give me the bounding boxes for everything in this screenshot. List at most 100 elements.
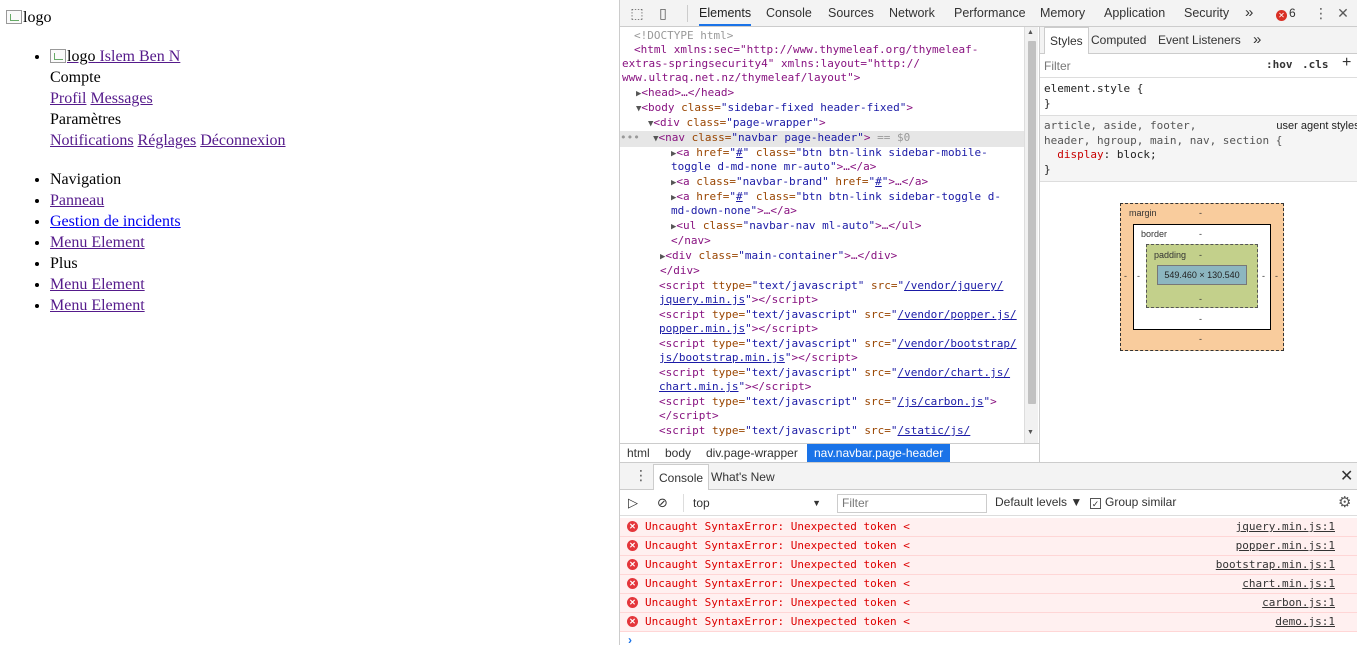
drawer-tab-console[interactable]: Console	[653, 464, 710, 490]
nav-link-menu-element[interactable]: Menu Element	[50, 234, 145, 251]
tab-styles[interactable]: Styles	[1044, 27, 1089, 54]
log-levels-dropdown[interactable]: Default levels ▼	[995, 495, 1082, 509]
checkbox-checked-icon: ✓	[1090, 498, 1101, 509]
tab-memory[interactable]: Memory	[1040, 0, 1085, 26]
dom-node-main-container[interactable]: ▶<div class="main-container">…</div>	[660, 249, 1039, 265]
tab-application[interactable]: Application	[1104, 0, 1165, 26]
class-toggle[interactable]: .cls	[1302, 58, 1329, 71]
logout-link[interactable]: Déconnexion	[200, 132, 285, 149]
dom-node-script-cont: chart.min.js"></script>	[659, 380, 812, 393]
error-icon: ✕	[627, 559, 638, 570]
styles-tabbar: Styles Computed Event Listeners »	[1040, 27, 1357, 54]
tab-performance[interactable]: Performance	[954, 0, 1026, 26]
dom-node-script[interactable]: <script type="text/javascript" src="/ven…	[659, 308, 1039, 323]
more-header: Plus	[50, 253, 181, 274]
dom-node-nav-close: </nav>	[671, 234, 711, 247]
box-model-content[interactable]: 549.460 × 130.540	[1157, 265, 1247, 285]
dom-node-script[interactable]: <script type="text/javascript" src="/ven…	[659, 337, 1039, 352]
gear-icon[interactable]: ⚙	[1338, 493, 1351, 511]
tab-network[interactable]: Network	[889, 0, 935, 26]
dom-node-page-wrapper[interactable]: ▼<div class="page-wrapper">	[648, 116, 1039, 132]
nav-link-panneau[interactable]: Panneau	[50, 192, 104, 209]
user-profile-link[interactable]: logo Islem Ben N	[50, 46, 180, 67]
group-similar-checkbox[interactable]: ✓ Group similar	[1090, 495, 1176, 509]
dom-node-doctype[interactable]: <!DOCTYPE html>	[634, 29, 1038, 44]
kebab-menu-icon[interactable]: ⋮	[1312, 4, 1330, 22]
tab-computed[interactable]: Computed	[1086, 27, 1151, 53]
devtools-panel: ⬚ ▯ Elements Console Sources Network Per…	[619, 0, 1357, 647]
error-icon: ✕	[627, 616, 638, 627]
console-source-link[interactable]: popper.min.js:1	[1236, 537, 1335, 555]
dom-node-head[interactable]: ▶<head>…</head>	[636, 86, 1039, 102]
console-filter-input[interactable]: Filter	[837, 494, 987, 513]
dom-node-script[interactable]: <script type="text/javascript" src="/ven…	[659, 366, 1039, 381]
user-menu-item: logo Islem Ben N Compte Profil Messages …	[50, 46, 286, 151]
dom-node-script[interactable]: <script ttype="text/javascript" src="/ve…	[659, 279, 1039, 294]
clear-console-icon[interactable]: ⊘	[657, 495, 668, 511]
breadcrumb-item[interactable]: html	[620, 444, 657, 462]
dom-tree-scrollbar[interactable]: ▲ ▼	[1024, 27, 1038, 443]
nav-item: Gestion de incidents	[50, 211, 181, 232]
device-toolbar-icon[interactable]: ▯	[654, 4, 672, 22]
breadcrumb-item-active[interactable]: nav.navbar.page-header	[807, 444, 951, 462]
tab-event-listeners[interactable]: Event Listeners	[1153, 27, 1246, 53]
notifications-link[interactable]: Notifications	[50, 132, 134, 149]
scrollbar-thumb[interactable]	[1028, 41, 1036, 404]
close-icon[interactable]: ✕	[1334, 4, 1352, 22]
styles-filter-input[interactable]: Filter	[1044, 59, 1071, 73]
error-icon: ✕	[627, 521, 638, 532]
tab-security[interactable]: Security	[1184, 0, 1229, 26]
console-source-link[interactable]: demo.js:1	[1275, 613, 1335, 631]
dom-tree[interactable]: <!DOCTYPE html> <html xmlns:sec="http://…	[620, 27, 1039, 443]
dom-node-ul-navbar[interactable]: ▶<ul class="navbar-nav ml-auto">…</ul>	[671, 219, 1039, 235]
nav-link-menu-element-3[interactable]: Menu Element	[50, 297, 145, 314]
dom-node-script[interactable]: <script type="text/javascript" src="/sta…	[659, 424, 1039, 439]
console-source-link[interactable]: carbon.js:1	[1262, 594, 1335, 612]
dom-node-a-brand[interactable]: ▶<a class="navbar-brand" href="#">…</a>	[671, 175, 1039, 191]
brand-logo[interactable]: logo	[6, 9, 51, 27]
close-drawer-icon[interactable]: ✕	[1340, 466, 1353, 486]
settings-link[interactable]: Réglages	[138, 132, 197, 149]
dom-node-nav-selected[interactable]: ••• ▼<nav class="navbar page-header"> ==…	[620, 131, 1024, 147]
drawer-menu-icon[interactable]: ⋮	[634, 467, 648, 484]
error-count-badge[interactable]: ✕ 6	[1276, 6, 1296, 21]
nav-link-menu-element-2[interactable]: Menu Element	[50, 276, 145, 293]
dom-node-html[interactable]: <html xmlns:sec="http://www.thymeleaf.or…	[634, 43, 1038, 58]
console-source-link[interactable]: jquery.min.js:1	[1236, 518, 1335, 536]
element-style-rule[interactable]: element.style { }	[1040, 79, 1357, 116]
settings-header: Paramètres	[50, 111, 122, 128]
user-agent-rule[interactable]: article, aside, footer, header, hgroup, …	[1040, 116, 1357, 182]
page-viewport: logo logo Islem Ben N Compte Profil Mess…	[0, 0, 619, 645]
box-model-diagram[interactable]: margin - - - - border - - - - padding - …	[1120, 203, 1284, 351]
sidebar-toggle-icon[interactable]: ▷	[628, 495, 638, 511]
hover-state-toggle[interactable]: :hov	[1266, 58, 1293, 71]
add-rule-icon[interactable]: +	[1342, 54, 1351, 72]
dom-node-script[interactable]: <script type="text/javascript" src="/js/…	[659, 395, 1039, 410]
scroll-down-icon[interactable]: ▼	[1027, 429, 1034, 436]
console-drawer: ⋮ Console What's New ✕ ▷ ⊘ top ▼ Filter D…	[620, 462, 1357, 647]
error-icon: ✕	[627, 578, 638, 589]
drawer-tab-whats-new[interactable]: What's New	[706, 464, 780, 490]
console-source-link[interactable]: chart.min.js:1	[1242, 575, 1335, 593]
nav-item: Menu Element	[50, 295, 181, 316]
tab-console[interactable]: Console	[766, 0, 812, 26]
inspect-icon[interactable]: ⬚	[628, 4, 646, 22]
tab-sources[interactable]: Sources	[828, 0, 874, 26]
user-menu: logo Islem Ben N Compte Profil Messages …	[0, 46, 286, 151]
console-error-message: ✕ Uncaught SyntaxError: Unexpected token …	[620, 537, 1357, 556]
tab-elements[interactable]: Elements	[699, 0, 752, 26]
context-selector[interactable]: top ▼	[683, 494, 825, 512]
broken-image-icon	[6, 10, 22, 24]
more-tabs-icon[interactable]: »	[1248, 27, 1266, 53]
console-source-link[interactable]: bootstrap.min.js:1	[1216, 556, 1335, 574]
breadcrumb-item[interactable]: div.page-wrapper	[699, 444, 805, 462]
dom-node-body[interactable]: ▼<body class="sidebar-fixed header-fixed…	[636, 101, 1039, 117]
scroll-up-icon[interactable]: ▲	[1027, 29, 1034, 36]
nav-link-incidents[interactable]: Gestion de incidents	[50, 213, 181, 230]
messages-link[interactable]: Messages	[90, 90, 152, 107]
console-error-message: ✕ Uncaught SyntaxError: Unexpected token …	[620, 518, 1357, 537]
dom-node-a-sidebar-toggle-cont: md-down-none">…</a>	[671, 204, 797, 217]
profile-link[interactable]: Profil	[50, 90, 86, 107]
breadcrumb-item[interactable]: body	[658, 444, 698, 462]
more-tabs-icon[interactable]: »	[1245, 0, 1253, 26]
